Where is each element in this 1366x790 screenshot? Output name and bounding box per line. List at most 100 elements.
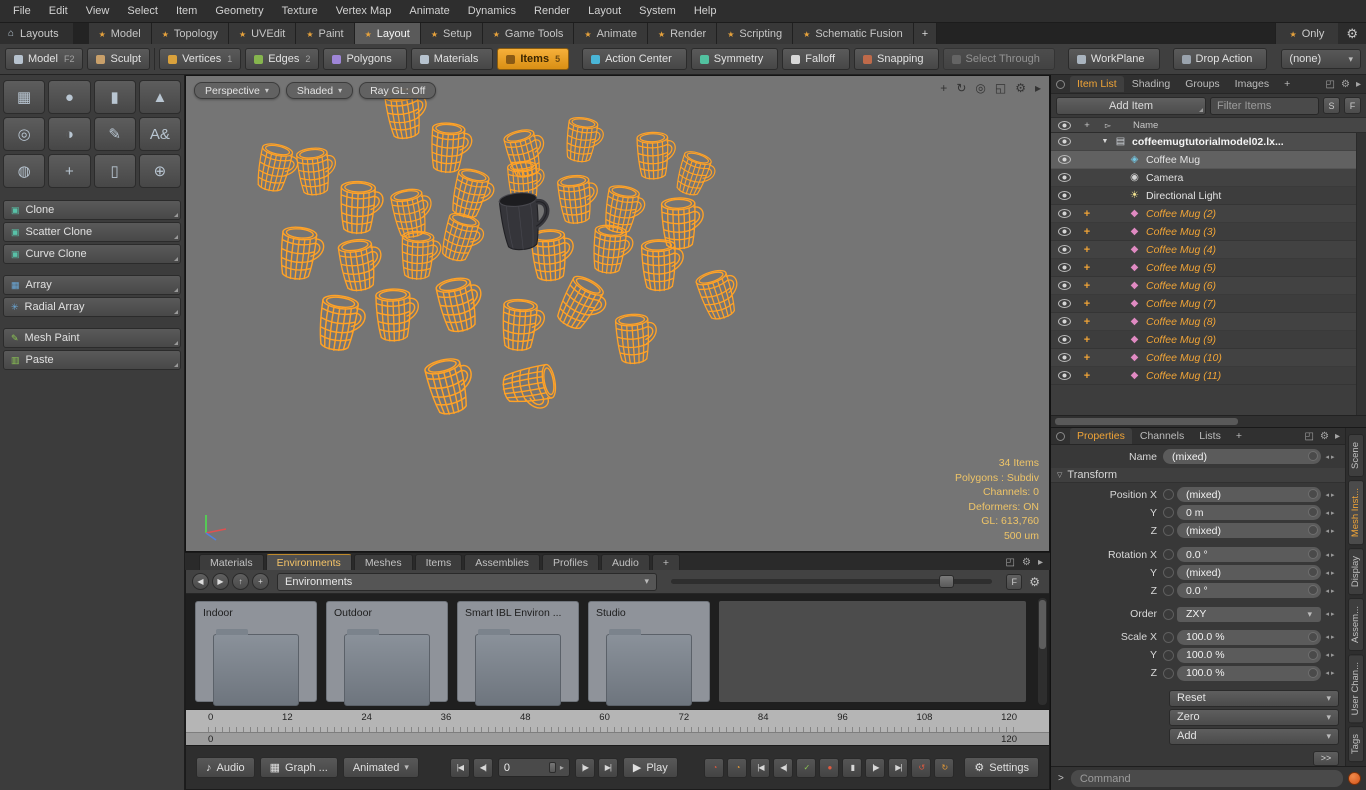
browser-scrollbar[interactable] [1038, 598, 1047, 705]
item-list-tab[interactable]: Item List [1070, 76, 1124, 92]
time-marker-icon[interactable]: ◔ [704, 758, 724, 778]
frame-step-icon[interactable]: ▸ [560, 763, 564, 772]
key-back-icon[interactable]: |◀ [750, 758, 770, 778]
toolbar-button[interactable]: Symmetry [691, 48, 779, 70]
autokey-icon[interactable]: ✓ [796, 758, 816, 778]
item-row[interactable]: Camera [1051, 169, 1356, 187]
pin-icon[interactable] [1077, 244, 1097, 256]
item-row[interactable]: Coffee Mug (6) [1051, 277, 1356, 295]
slider-handle[interactable] [939, 575, 954, 588]
graph-editor-button[interactable]: ▦ Graph ... [260, 757, 338, 778]
more-icon[interactable]: ▸ [1335, 431, 1340, 442]
menu-item[interactable]: Animate [400, 2, 458, 20]
key-fwd-icon[interactable]: ▶| [888, 758, 908, 778]
layout-tab[interactable]: Topology [152, 23, 229, 44]
model-mode-button[interactable]: Model F2 [5, 48, 83, 70]
menu-item[interactable]: Help [685, 2, 726, 20]
browser-tab[interactable]: Audio [601, 554, 650, 570]
menu-item[interactable]: Render [525, 2, 579, 20]
toolbar-button[interactable]: Drop Action [1173, 48, 1268, 70]
menu-item[interactable]: Item [167, 2, 206, 20]
pin-icon[interactable] [1077, 262, 1097, 274]
channel-value-field[interactable]: 100.0 % [1177, 666, 1321, 681]
wireframe-mug-model[interactable] [435, 274, 488, 335]
visibility-eye-icon[interactable] [1051, 263, 1077, 272]
panel-pin-icon[interactable] [1056, 80, 1065, 89]
timeline[interactable]: 01224364860728496108120 0 120 [185, 710, 1050, 746]
viewport-mode-button[interactable]: Perspective [194, 82, 280, 99]
more-icon[interactable]: ▸ [1038, 557, 1043, 568]
layout-tab[interactable]: Layout [355, 23, 421, 44]
timeline-ruler[interactable]: 01224364860728496108120 [186, 710, 1049, 732]
value-steppers[interactable] [1321, 527, 1339, 535]
viewport-mode-button[interactable]: Ray GL: Off [359, 82, 436, 99]
more-icon[interactable]: ▸ [1356, 79, 1361, 90]
menu-item[interactable]: Edit [40, 2, 77, 20]
vertical-tab[interactable]: User Chan... [1348, 654, 1364, 723]
wireframe-mug-model[interactable] [278, 226, 325, 282]
layoutbar-gear-icon[interactable]: ⚙ [1338, 23, 1366, 44]
teapot-tool-icon[interactable]: ◑ [48, 117, 90, 151]
wireframe-mug-model[interactable] [401, 231, 441, 280]
pin-icon[interactable] [1077, 298, 1097, 310]
cube-tool-icon[interactable]: ▦ [3, 80, 45, 114]
item-row[interactable]: Coffee Mug [1051, 151, 1356, 169]
menu-item[interactable]: File [4, 2, 40, 20]
wireframe-mug-model[interactable] [430, 122, 473, 174]
value-steppers[interactable] [1321, 651, 1339, 659]
layout-tab[interactable]: Game Tools [483, 23, 575, 44]
transform-section-header[interactable]: ▽ Transform [1051, 468, 1345, 483]
channel-value-field[interactable]: (mixed) [1177, 565, 1321, 580]
layout-tab[interactable]: Render [648, 23, 717, 44]
add-folder-icon[interactable]: + [252, 573, 269, 590]
go-end-button[interactable]: ▶| [598, 758, 618, 778]
menu-item[interactable]: Dynamics [459, 2, 525, 20]
visibility-eye-icon[interactable] [1051, 155, 1077, 164]
play-button[interactable]: ▶ Play [623, 757, 678, 778]
visibility-eye-icon[interactable] [1051, 353, 1077, 362]
name-field[interactable]: (mixed) [1163, 449, 1321, 464]
browser-tab[interactable]: Materials [199, 554, 264, 570]
gear-icon[interactable]: ⚙ [1320, 431, 1329, 442]
transform-action-button[interactable]: Zero [1169, 709, 1339, 726]
current-frame-field[interactable]: 0 ▸ [498, 758, 570, 777]
visibility-eye-icon[interactable] [1051, 371, 1077, 380]
layout-tab[interactable]: Model [89, 23, 152, 44]
actor-icon[interactable]: ▮ [842, 758, 862, 778]
item-row[interactable]: coffeemugtutorialmodel02.lx... [1051, 133, 1356, 151]
menu-item[interactable]: System [630, 2, 685, 20]
pan-icon[interactable]: + [940, 81, 947, 95]
text-tool-icon[interactable]: A& [139, 117, 181, 151]
pop-out-icon[interactable]: ◰ [1305, 431, 1314, 442]
item-list-tab[interactable]: Images [1228, 76, 1276, 92]
visibility-eye-icon[interactable] [1051, 245, 1077, 254]
channel-toggle[interactable] [1163, 609, 1174, 620]
maximize-icon[interactable]: ◱ [995, 81, 1006, 95]
channel-value-field[interactable]: 0 m [1177, 505, 1321, 520]
visibility-eye-icon[interactable] [1051, 137, 1077, 146]
key-step-fwd-icon[interactable]: |▶ [865, 758, 885, 778]
channel-toggle[interactable] [1163, 632, 1174, 643]
wireframe-mug-model[interactable] [338, 237, 386, 293]
wireframe-mug-model[interactable] [501, 298, 546, 352]
layout-tab[interactable]: Animate [574, 23, 648, 44]
go-start-button[interactable]: |◀ [450, 758, 470, 778]
menu-item[interactable]: Select [118, 2, 167, 20]
pin-icon[interactable] [1077, 370, 1097, 382]
torus-tool-icon[interactable]: ◎ [3, 117, 45, 151]
sidebar-tool-button[interactable]: ▥ Paste [3, 350, 181, 370]
pin-icon[interactable] [1077, 352, 1097, 364]
up-folder-icon[interactable]: ↑ [232, 573, 249, 590]
drop-action-dropdown[interactable]: (none) [1281, 49, 1361, 69]
record-icon[interactable]: ● [819, 758, 839, 778]
channel-toggle[interactable] [1163, 549, 1174, 560]
browser-tab[interactable]: Meshes [354, 554, 413, 570]
toolbar-button[interactable]: Edges 2 [245, 48, 319, 70]
toolbar-button[interactable]: Action Center [582, 48, 687, 70]
properties-tab[interactable]: + [1229, 428, 1249, 444]
toolbar-button[interactable]: Materials [411, 48, 494, 70]
visibility-eye-icon[interactable] [1051, 299, 1077, 308]
value-steppers[interactable] [1321, 633, 1339, 641]
item-list-tab[interactable]: + [1277, 76, 1297, 92]
sidebar-tool-button[interactable]: ▦ Array [3, 275, 181, 295]
